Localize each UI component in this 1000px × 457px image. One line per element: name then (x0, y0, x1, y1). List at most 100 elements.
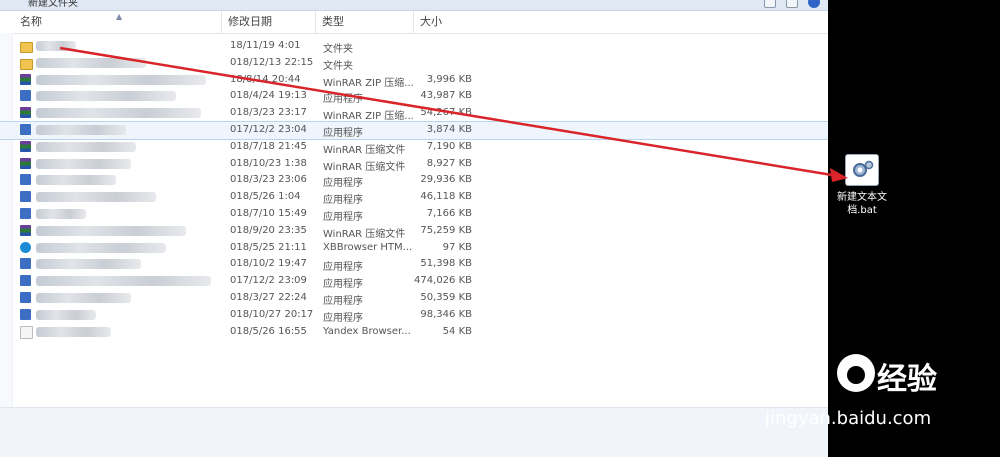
blurred-file-name (36, 242, 166, 253)
file-row[interactable]: 18/8/14 20:44 WinRAR ZIP 压缩... 3,996 KB (0, 72, 828, 89)
blurred-file-name (36, 141, 136, 152)
app-icon (20, 275, 31, 287)
preview-pane-icon[interactable] (786, 0, 798, 8)
batch-file-gear-icon (845, 154, 879, 186)
winrar-icon (20, 73, 31, 85)
column-header: 名称 ▲ 修改日期 类型 大小 (0, 11, 828, 34)
folder-icon (20, 42, 33, 53)
file-type: 应用程序 (323, 211, 363, 223)
file-date: 018/5/25 21:11 (230, 241, 307, 253)
file-date: 018/3/23 23:17 (230, 107, 307, 119)
blurred-file-name (36, 175, 116, 186)
file-row[interactable]: 018/10/2 19:47 应用程序 51,398 KB (0, 256, 828, 273)
file-date: 18/11/19 4:01 (230, 40, 301, 51)
file-type: 应用程序 (323, 127, 363, 139)
file-explorer-window: 新建文件夹 名称 ▲ 修改日期 类型 大小 18/11/19 4:01 文件夹 01… (0, 0, 828, 457)
winrar-icon (20, 224, 31, 236)
file-row[interactable]: 018/9/20 23:35 WinRAR 压缩文件 75,259 KB (0, 223, 828, 240)
file-date: 018/3/23 23:06 (230, 174, 307, 186)
column-date-label: 修改日期 (228, 15, 272, 28)
file-size: 29,936 KB (420, 174, 472, 186)
file-row[interactable]: 018/5/25 21:11 XBBrowser HTM... 97 KB (0, 240, 828, 257)
file-size: 50,359 KB (420, 291, 472, 303)
view-options-icon[interactable] (764, 0, 776, 8)
file-row[interactable]: 018/10/27 20:17 应用程序 98,346 KB (0, 307, 828, 324)
file-row[interactable]: 017/12/2 23:04 应用程序 3,874 KB (0, 120, 828, 140)
column-type-header[interactable]: 类型 (316, 11, 414, 33)
file-size: 3,996 KB (426, 73, 472, 85)
file-size: 3,874 KB (426, 123, 472, 135)
blurred-file-name (36, 192, 156, 203)
file-date: 018/10/23 1:38 (230, 157, 307, 169)
file-size: 98,346 KB (420, 308, 472, 320)
app-icon (20, 191, 31, 203)
toolbar-icons (764, 0, 820, 8)
file-date: 018/5/26 16:55 (230, 325, 307, 337)
winrar-icon (20, 107, 31, 119)
file-row[interactable]: 018/7/10 15:49 应用程序 7,166 KB (0, 206, 828, 223)
file-type: 应用程序 (323, 295, 363, 307)
window-title: 新建文件夹 (28, 0, 78, 9)
winrar-icon (20, 140, 31, 152)
column-date-header[interactable]: 修改日期 (222, 11, 316, 33)
watermark-logo-text: Bai (745, 348, 811, 392)
column-size-header[interactable]: 大小 (414, 11, 478, 33)
file-row[interactable]: 018/10/23 1:38 WinRAR 压缩文件 8,927 KB (0, 156, 828, 173)
app-icon (20, 123, 31, 135)
file-date: 018/10/27 20:17 (230, 308, 314, 320)
file-date: 018/4/24 19:13 (230, 90, 307, 102)
blurred-file-name (36, 259, 141, 270)
file-date: 018/7/18 21:45 (230, 140, 307, 152)
file-row[interactable]: 018/3/23 23:06 应用程序 29,936 KB (0, 172, 828, 189)
file-type: 应用程序 (323, 178, 363, 190)
file-row[interactable]: 018/5/26 16:55 Yandex Browser... 54 KB (0, 324, 828, 341)
file-size: 54,267 KB (420, 107, 472, 119)
column-type-label: 类型 (322, 15, 344, 28)
file-date: 018/12/13 22:15 (230, 56, 314, 68)
file-type: WinRAR 压缩文件 (323, 161, 406, 173)
blurred-file-name (36, 208, 86, 219)
file-size: 7,166 KB (426, 207, 472, 219)
blurred-file-name (36, 225, 186, 236)
file-type: 应用程序 (323, 262, 363, 274)
title-strip: 新建文件夹 (0, 0, 828, 11)
blurred-file-name (36, 124, 126, 135)
file-row[interactable]: 018/5/26 1:04 应用程序 46,118 KB (0, 189, 828, 206)
file-size: 43,987 KB (420, 90, 472, 102)
file-date: 018/3/27 22:24 (230, 291, 307, 303)
file-row[interactable]: 017/12/2 23:09 应用程序 474,026 KB (0, 273, 828, 290)
file-size: 8,927 KB (426, 157, 472, 169)
file-type: 应用程序 (323, 279, 363, 291)
file-size: 54 KB (442, 325, 472, 337)
baidu-paw-icon (837, 354, 875, 392)
file-type: 应用程序 (323, 94, 363, 106)
column-name-label: 名称 (20, 15, 42, 28)
file-date: 017/12/2 23:04 (230, 123, 307, 135)
file-size: 51,398 KB (420, 258, 472, 270)
file-type: 应用程序 (323, 312, 363, 324)
html-icon (20, 241, 31, 253)
file-row[interactable]: 018/12/13 22:15 文件夹 (0, 55, 828, 72)
file-row[interactable]: 018/3/23 23:17 WinRAR ZIP 压缩... 54,267 KB (0, 105, 828, 122)
file-row[interactable]: 018/4/24 19:13 应用程序 43,987 KB (0, 88, 828, 105)
blurred-file-name (36, 309, 96, 320)
desktop-file-label-line2: 档.bat (847, 205, 877, 216)
file-type: XBBrowser HTM... (323, 241, 413, 253)
app-icon (20, 90, 31, 102)
file-type: Yandex Browser... (323, 325, 411, 337)
desktop-file-bat[interactable]: 新建文本文 档.bat (836, 154, 888, 217)
file-type: 文件夹 (323, 60, 353, 72)
sort-up-icon: ▲ (116, 12, 123, 21)
file-date: 017/12/2 23:09 (230, 275, 307, 287)
file-row[interactable]: 18/11/19 4:01 文件夹 (0, 38, 828, 55)
file-row[interactable]: 018/3/27 22:24 应用程序 50,359 KB (0, 290, 828, 307)
blurred-file-name (36, 108, 201, 119)
watermark-url: jingyan.baidu.com (765, 408, 932, 429)
app-icon (20, 291, 31, 303)
desktop-file-label-line1: 新建文本文 (837, 192, 887, 203)
file-date: 018/7/10 15:49 (230, 207, 307, 219)
help-icon[interactable] (808, 0, 820, 8)
file-type: 文件夹 (323, 44, 353, 55)
file-row[interactable]: 018/7/18 21:45 WinRAR 压缩文件 7,190 KB (0, 139, 828, 156)
blurred-file-name (36, 91, 176, 102)
